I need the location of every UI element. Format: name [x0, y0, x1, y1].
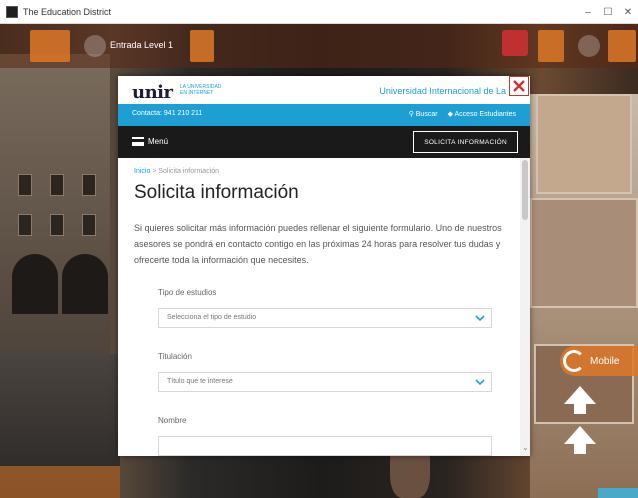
mobile-label: Mobile [590, 355, 620, 367]
chevron-down-icon [469, 373, 491, 391]
site-header: unir LA UNIVERSIDAD EN INTERNET Universi… [118, 76, 530, 104]
breadcrumb-current: Solicita información [158, 168, 220, 175]
close-modal-button[interactable] [509, 76, 529, 96]
breadcrumb-home[interactable]: Inicio [134, 168, 150, 175]
scroll-thumb[interactable] [522, 160, 528, 220]
intro-text: Si quieres solicitar más información pue… [134, 223, 502, 265]
name-input[interactable] [158, 436, 492, 456]
form-body: Inicio > Solicita información Solicita i… [118, 158, 520, 456]
bottom-toolbar[interactable] [0, 466, 120, 498]
info-request-modal: unir LA UNIVERSIDAD EN INTERNET Universi… [118, 76, 530, 456]
breadcrumb: Inicio > Solicita información [134, 168, 220, 175]
request-info-button[interactable]: SOLICITA INFORMACIÓN [413, 131, 518, 153]
move-forward-icon[interactable] [564, 386, 596, 404]
maximize-button[interactable]: ☐ [598, 0, 618, 24]
logo-tagline: LA UNIVERSIDAD EN INTERNET [180, 84, 222, 96]
graduation-cap-icon: ◆ [447, 111, 455, 118]
top-bar: Contacta: 941 210 211 ⚲ Buscar ◆ Acceso … [118, 104, 530, 126]
phone-contact[interactable]: Contacta: 941 210 211 [132, 110, 202, 117]
hud-tile[interactable] [30, 30, 70, 62]
window-controls: – ☐ ✕ [578, 0, 638, 24]
degree-select[interactable]: Título que te interese [158, 372, 492, 392]
settings-icon[interactable] [578, 35, 600, 57]
record-button[interactable] [502, 30, 528, 56]
info-icon[interactable] [84, 35, 106, 57]
hud-toolbar [0, 24, 638, 68]
student-access-link[interactable]: ◆ Acceso Estudiantes [448, 110, 516, 118]
movement-controls [560, 382, 600, 498]
building-facade [0, 54, 110, 384]
close-icon [513, 80, 525, 92]
window-titlebar: The Education District – ☐ ✕ [0, 0, 638, 24]
hud-tile[interactable] [608, 30, 636, 62]
corner-indicator [598, 488, 638, 498]
level-label: Entrada Level 1 [110, 40, 174, 50]
hud-tile[interactable] [538, 30, 564, 62]
degree-label: Titulación [158, 352, 192, 361]
app-icon [6, 5, 18, 18]
study-type-select[interactable]: Selecciona el tipo de estudio [158, 308, 492, 328]
move-up-icon[interactable] [564, 426, 596, 444]
study-type-label: Tipo de estudios [158, 288, 217, 297]
unir-logo[interactable]: unir [132, 82, 173, 103]
university-name: Universidad Internacional de La Rioj [379, 86, 524, 96]
modal-scrollbar[interactable]: ⌄ [520, 158, 530, 456]
chevron-down-icon [469, 309, 491, 327]
scroll-down-icon[interactable]: ⌄ [522, 443, 529, 452]
search-link[interactable]: ⚲ Buscar [409, 110, 438, 118]
name-label: Nombre [158, 416, 187, 425]
window-title: The Education District [23, 6, 112, 17]
search-icon: ⚲ [408, 111, 416, 118]
close-window-button[interactable]: ✕ [618, 0, 638, 24]
menu-label[interactable]: Menú [148, 137, 168, 146]
main-nav: Menú SOLICITA INFORMACIÓN [118, 126, 530, 158]
hud-tile[interactable] [190, 30, 214, 62]
minimize-button[interactable]: – [578, 0, 598, 24]
page-title: Solicita información [134, 182, 299, 203]
mobile-icon [563, 350, 585, 372]
hamburger-menu-icon[interactable] [132, 137, 144, 146]
